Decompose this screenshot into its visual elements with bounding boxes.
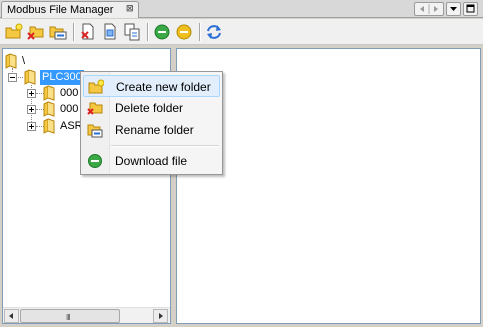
- rename-folder-icon: [87, 124, 103, 138]
- expand-icon[interactable]: [27, 89, 36, 98]
- rename-folder-button[interactable]: [49, 23, 67, 41]
- download-file-icon: [154, 24, 170, 40]
- scroll-right-button[interactable]: [153, 309, 168, 323]
- scroll-left-icon: [9, 313, 13, 319]
- delete-folder-button[interactable]: [27, 23, 45, 41]
- tab-modbus-file-manager[interactable]: Modbus File Manager ⊠: [1, 1, 139, 18]
- menu-item-create-new-folder[interactable]: Create new folder: [83, 75, 220, 97]
- scroll-left-button[interactable]: [4, 309, 19, 323]
- menu-item-label: Download file: [115, 154, 188, 168]
- refresh-button[interactable]: [205, 23, 223, 41]
- menu-item-delete-folder[interactable]: Delete folder: [83, 97, 220, 119]
- menu-item-label: Delete folder: [115, 101, 184, 115]
- toolbar-separator: [73, 23, 75, 41]
- new-folder-icon: [5, 23, 23, 39]
- root-folder-icon: [5, 53, 17, 69]
- delete-folder-icon: [87, 102, 103, 115]
- new-folder-icon: [88, 79, 104, 94]
- folder-icon: [24, 69, 36, 85]
- folder-icon: [43, 101, 55, 117]
- menu-item-rename-folder[interactable]: Rename folder: [83, 119, 220, 141]
- tree-node-root[interactable]: \: [22, 55, 25, 67]
- expand-icon[interactable]: [27, 105, 36, 114]
- folder-icon: [43, 118, 55, 134]
- scrollbar-grip: III: [66, 313, 71, 322]
- dropdown-arrow-icon: [450, 7, 457, 11]
- copy-file-icon: [124, 23, 140, 41]
- tree-node-plc300[interactable]: PLC300: [40, 70, 84, 85]
- download-file-button[interactable]: [153, 23, 171, 41]
- tab-list-button[interactable]: [446, 2, 461, 16]
- tree-horizontal-scrollbar[interactable]: III: [3, 307, 170, 323]
- copy-file-button[interactable]: [123, 23, 141, 41]
- file-properties-icon: [104, 23, 116, 40]
- delete-file-button[interactable]: [79, 23, 97, 41]
- folder-icon: [43, 85, 55, 101]
- tree-node-child[interactable]: 000: [60, 87, 78, 99]
- maximize-button[interactable]: [463, 2, 478, 16]
- toolbar-separator: [199, 23, 201, 41]
- refresh-icon: [207, 25, 221, 39]
- tab-close-icon[interactable]: ⊠: [126, 3, 134, 14]
- tab-scroll-buttons: [414, 2, 444, 16]
- rename-folder-icon: [49, 26, 67, 40]
- context-menu: Create new folder Delete folder Rename f…: [80, 71, 223, 175]
- maximize-icon: [466, 4, 475, 13]
- file-properties-button[interactable]: [101, 23, 119, 41]
- upload-file-button[interactable]: [175, 23, 193, 41]
- collapse-icon[interactable]: [8, 73, 17, 82]
- new-folder-button[interactable]: [5, 23, 23, 41]
- delete-file-icon: [81, 23, 94, 40]
- scrollbar-thumb[interactable]: III: [20, 309, 120, 323]
- toolbar: [0, 19, 483, 45]
- tab-strip: Modbus File Manager ⊠: [0, 0, 483, 18]
- delete-folder-icon: [27, 26, 44, 40]
- expand-icon[interactable]: [27, 122, 36, 131]
- scroll-right-icon: [159, 313, 163, 319]
- upload-file-icon: [176, 24, 192, 40]
- tab-title: Modbus File Manager: [7, 4, 114, 16]
- menu-item-download-file[interactable]: Download file: [83, 150, 220, 172]
- menu-item-label: Rename folder: [115, 123, 194, 137]
- download-file-icon: [88, 154, 102, 168]
- tree-node-child[interactable]: 000: [60, 103, 78, 115]
- menu-separator: [111, 145, 219, 147]
- scroll-left-icon[interactable]: [415, 3, 443, 15]
- menu-item-label: Create new folder: [116, 80, 211, 94]
- toolbar-separator: [147, 23, 149, 41]
